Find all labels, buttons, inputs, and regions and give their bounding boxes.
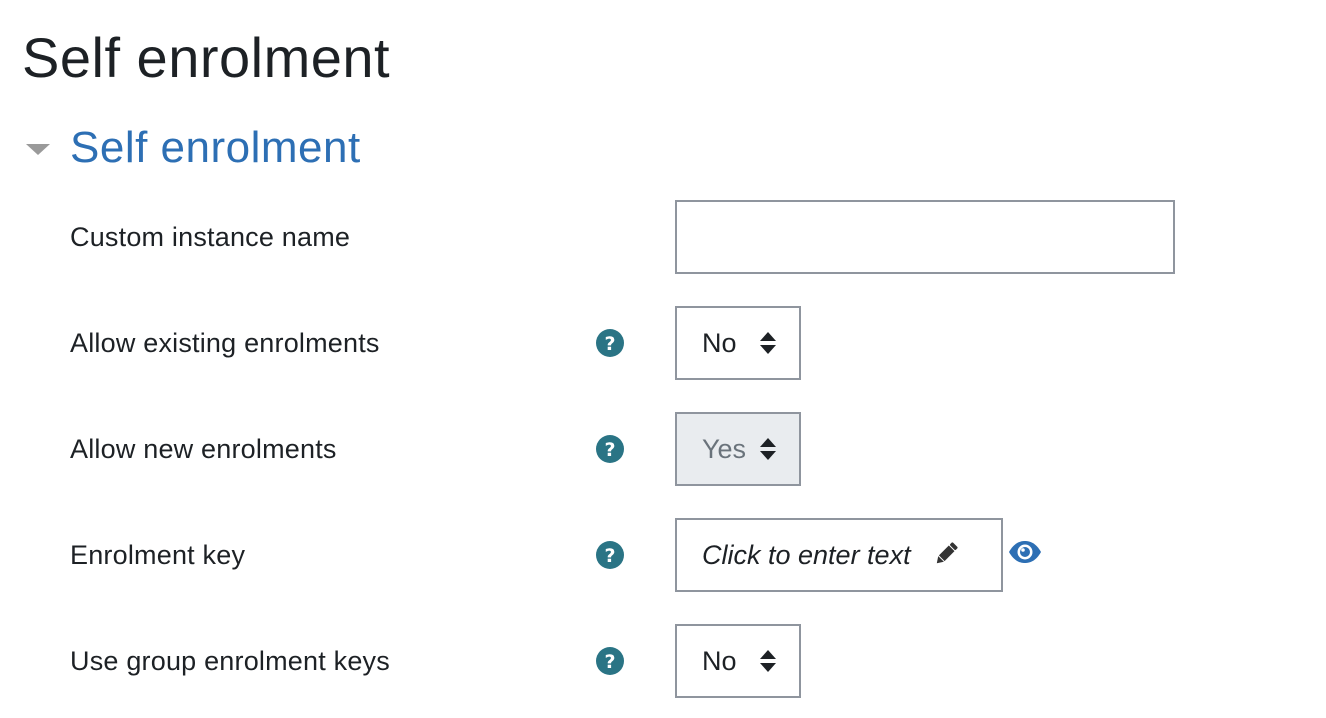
svg-text:?: ? bbox=[604, 651, 615, 673]
pencil-icon[interactable] bbox=[932, 540, 960, 568]
select-value: Yes bbox=[702, 434, 747, 464]
svg-text:?: ? bbox=[604, 545, 615, 567]
form-row-allow-existing-enrolments: Allow existing enrolments ? No bbox=[0, 306, 1326, 380]
select-value: No bbox=[702, 646, 737, 676]
eye-icon[interactable] bbox=[1008, 540, 1042, 564]
question-circle-icon[interactable]: ? bbox=[596, 541, 624, 569]
form-row-allow-new-enrolments: Allow new enrolments ? Yes bbox=[0, 412, 1326, 486]
allow-new-enrolments-label: Allow new enrolments bbox=[70, 433, 337, 464]
allow-new-enrolments-select: Yes bbox=[675, 412, 801, 486]
question-circle-icon[interactable]: ? bbox=[596, 647, 624, 675]
section-header-self-enrolment[interactable]: Self enrolment bbox=[24, 118, 361, 178]
page: Self enrolment Self enrolment Custom ins… bbox=[0, 0, 1326, 718]
use-group-enrolment-keys-label: Use group enrolment keys bbox=[70, 645, 390, 676]
question-circle-icon[interactable]: ? bbox=[596, 435, 624, 463]
form-row-enrolment-key: Enrolment key ? Click to enter text bbox=[0, 518, 1326, 592]
caret-down-icon[interactable] bbox=[24, 138, 52, 158]
enrolment-key-label: Enrolment key bbox=[70, 539, 246, 570]
use-group-enrolment-keys-select[interactable]: No bbox=[675, 624, 801, 698]
select-value: No bbox=[702, 328, 737, 358]
enrolment-key-placeholder[interactable]: Click to enter text bbox=[702, 520, 911, 590]
svg-text:?: ? bbox=[604, 439, 615, 461]
select-arrows-icon bbox=[760, 650, 776, 672]
custom-instance-name-label: Custom instance name bbox=[70, 221, 351, 252]
question-circle-icon[interactable]: ? bbox=[596, 329, 624, 357]
page-title: Self enrolment bbox=[22, 26, 391, 89]
custom-instance-name-input[interactable] bbox=[675, 200, 1175, 274]
allow-existing-enrolments-select[interactable]: No bbox=[675, 306, 801, 380]
select-arrows-icon bbox=[760, 438, 776, 460]
form-row-use-group-enrolment-keys: Use group enrolment keys ? No bbox=[0, 624, 1326, 698]
allow-existing-enrolments-label: Allow existing enrolments bbox=[70, 327, 380, 358]
form-row-custom-instance-name: Custom instance name bbox=[0, 200, 1326, 274]
select-arrows-icon bbox=[760, 332, 776, 354]
section-title[interactable]: Self enrolment bbox=[70, 118, 361, 178]
svg-text:?: ? bbox=[604, 333, 615, 355]
enrolment-key-inplace-editable[interactable]: Click to enter text bbox=[675, 518, 1003, 592]
